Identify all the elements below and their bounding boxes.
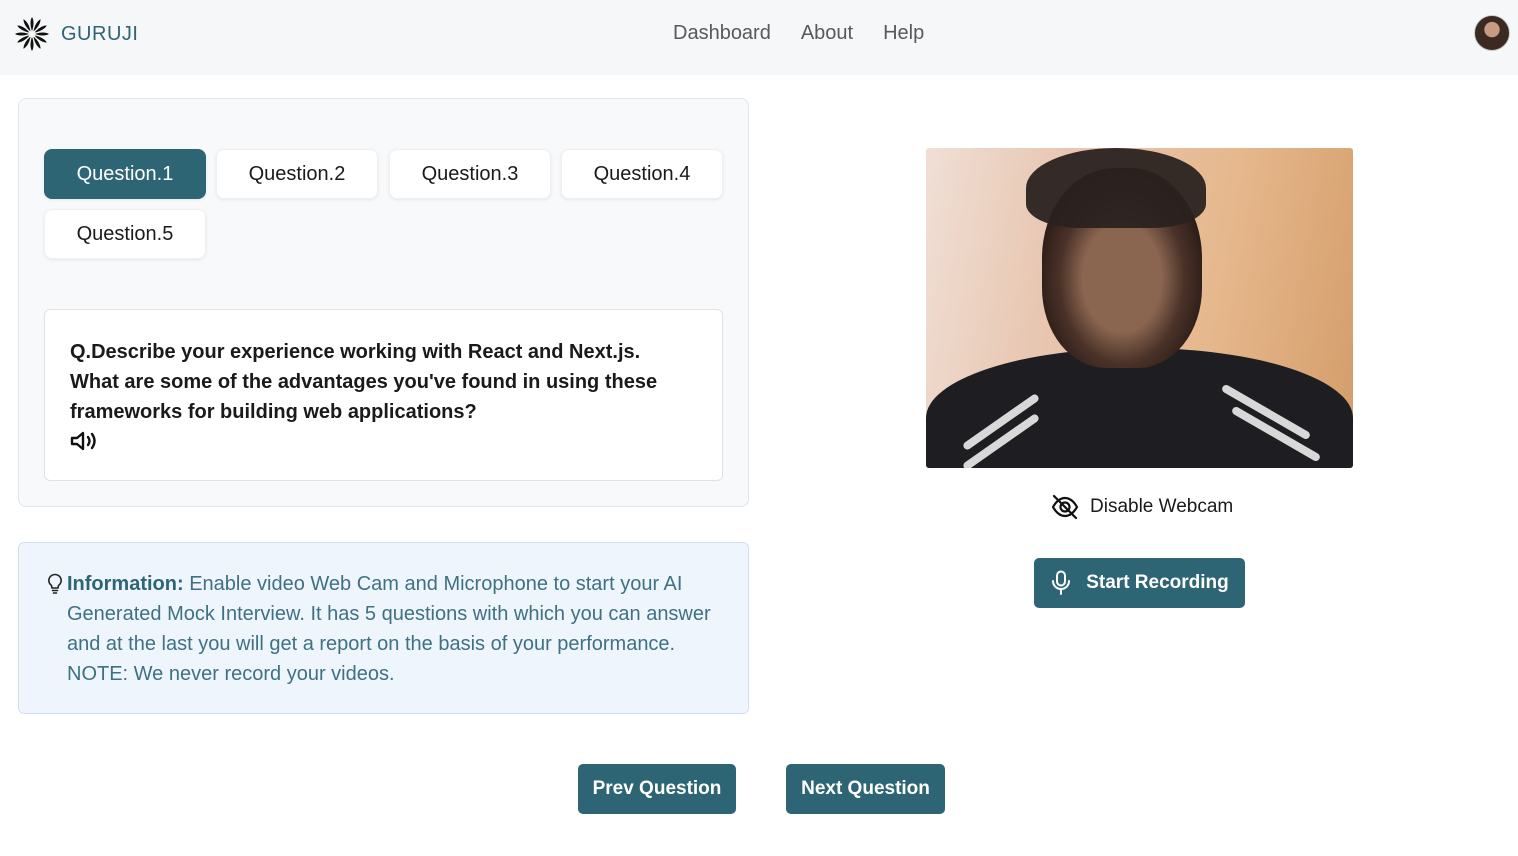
microphone-icon bbox=[1052, 570, 1071, 595]
information-text: Information: Enable video Web Cam and Mi… bbox=[67, 569, 728, 689]
tab-question-2[interactable]: Question.2 bbox=[216, 149, 378, 199]
disable-webcam-toggle[interactable]: Disable Webcam bbox=[1050, 492, 1233, 522]
speaker-icon[interactable] bbox=[70, 429, 100, 453]
top-header: GURUJI Dashboard About Help bbox=[0, 0, 1518, 75]
information-label: Information: bbox=[67, 573, 184, 595]
start-recording-label: Start Recording bbox=[1086, 572, 1229, 593]
eye-off-icon bbox=[1051, 494, 1079, 520]
webcam-subject-hair bbox=[1026, 148, 1206, 228]
tab-question-1[interactable]: Question.1 bbox=[44, 149, 206, 199]
nav-dashboard[interactable]: Dashboard bbox=[673, 22, 771, 45]
question-panel: Question.1 Question.2 Question.3 Questio… bbox=[18, 98, 749, 507]
tab-question-4[interactable]: Question.4 bbox=[561, 149, 723, 199]
app-name: GURUJI bbox=[61, 22, 139, 45]
user-avatar[interactable] bbox=[1474, 15, 1510, 51]
tab-question-5[interactable]: Question.5 bbox=[44, 209, 206, 259]
main-nav: Dashboard About Help bbox=[673, 22, 924, 45]
question-text: Q.Describe your experience working with … bbox=[70, 341, 658, 423]
lightbulb-icon bbox=[48, 573, 62, 594]
disable-webcam-label: Disable Webcam bbox=[1090, 496, 1234, 517]
question-box: Q.Describe your experience working with … bbox=[44, 309, 723, 481]
information-panel: Information: Enable video Web Cam and Mi… bbox=[18, 542, 749, 714]
prev-question-button[interactable]: Prev Question bbox=[578, 764, 736, 814]
start-recording-button[interactable]: Start Recording bbox=[1034, 558, 1245, 608]
next-question-button[interactable]: Next Question bbox=[786, 764, 945, 814]
nav-about[interactable]: About bbox=[801, 22, 853, 45]
app-logo[interactable]: GURUJI bbox=[14, 16, 138, 52]
nav-help[interactable]: Help bbox=[883, 22, 924, 45]
tab-question-3[interactable]: Question.3 bbox=[389, 149, 551, 199]
webcam-feed bbox=[926, 148, 1353, 468]
sunburst-logo-icon bbox=[15, 17, 49, 51]
